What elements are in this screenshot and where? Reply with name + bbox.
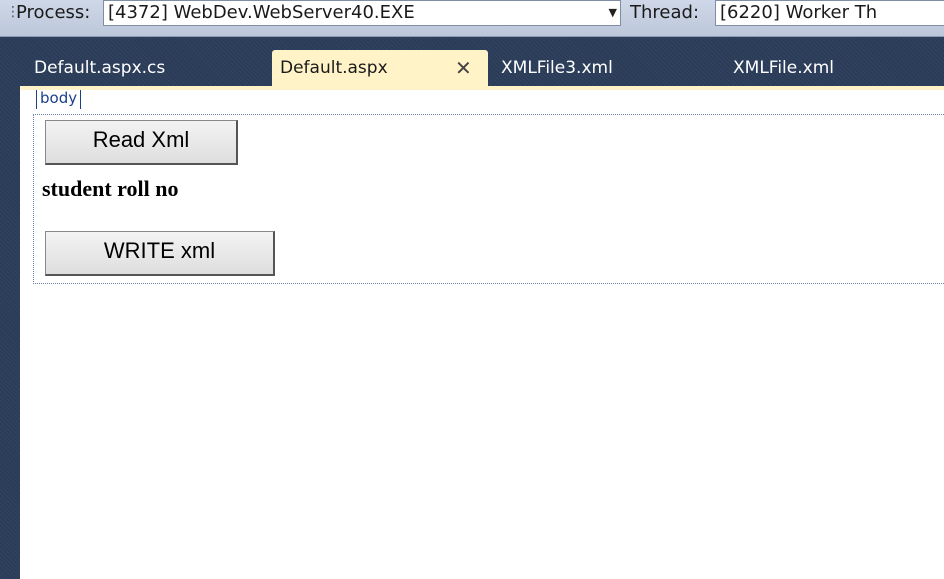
tab-xmlfile3[interactable]: XMLFile3.xml (493, 50, 693, 89)
debug-location-toolbar: ⋮ Process: [4372] WebDev.WebServer40.EXE… (0, 0, 944, 37)
thread-combo[interactable]: [6220] Worker Th (715, 0, 944, 26)
read-xml-button[interactable]: Read Xml (45, 120, 238, 165)
thread-label: Thread: (630, 2, 700, 23)
thread-value: [6220] Worker Th (720, 2, 878, 23)
tab-label: Default.aspx.cs (34, 58, 166, 78)
tab-label: Default.aspx (280, 58, 388, 78)
document-tab-strip: Default.aspx.cs Default.aspx ✕ XMLFile3.… (0, 37, 944, 89)
process-combo[interactable]: [4372] WebDev.WebServer40.EXE ▼ (103, 0, 621, 26)
student-roll-label: student roll no (42, 176, 179, 201)
design-surface[interactable]: body Read Xml student roll no WRITE xml (20, 86, 944, 579)
process-label: Process: (16, 2, 91, 23)
close-icon[interactable]: ✕ (455, 50, 472, 86)
tab-xmlfile[interactable]: XMLFile.xml (725, 50, 925, 89)
tab-default-aspx[interactable]: Default.aspx ✕ (272, 50, 488, 89)
chevron-down-icon[interactable]: ▼ (609, 1, 617, 25)
tab-label: XMLFile3.xml (501, 58, 613, 78)
body-tag-label[interactable]: body (36, 90, 82, 109)
tab-default-aspx-cs[interactable]: Default.aspx.cs (26, 50, 256, 89)
process-value: [4372] WebDev.WebServer40.EXE (108, 2, 415, 23)
tab-label: XMLFile.xml (733, 58, 834, 78)
write-xml-button[interactable]: WRITE xml (45, 231, 275, 276)
